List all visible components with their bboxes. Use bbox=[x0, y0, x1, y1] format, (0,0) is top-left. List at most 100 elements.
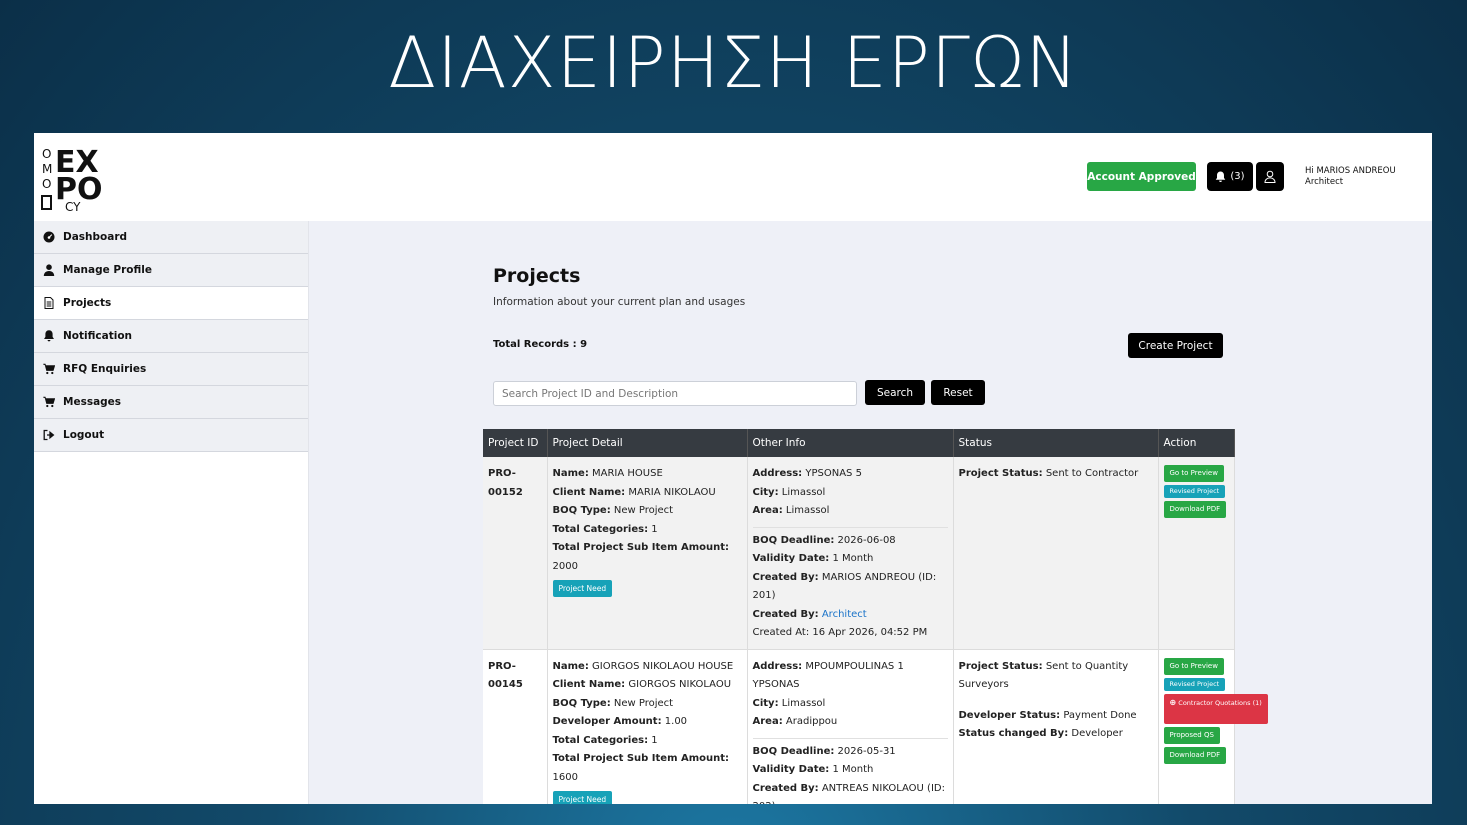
project-need-button[interactable]: Project Need bbox=[552, 791, 613, 804]
sidebar: Dashboard Manage Profile Projects Notifi… bbox=[34, 221, 309, 804]
developer-status: Payment Done bbox=[1063, 709, 1137, 721]
account-approved-button[interactable]: Account Approved bbox=[1087, 162, 1196, 191]
app-window: O M O EX PO CY Account Approved (3) Hi M… bbox=[34, 133, 1432, 804]
greeting-name: Hi MARIOS ANDREOU bbox=[1305, 166, 1396, 176]
dashboard-icon bbox=[43, 231, 55, 243]
boq-type: New Project bbox=[613, 505, 674, 516]
project-id: PRO-00152 bbox=[483, 457, 548, 650]
table-header-row: Project ID Project Detail Other Info Sta… bbox=[483, 429, 1235, 457]
notifications-button[interactable]: (3) bbox=[1207, 162, 1253, 191]
project-detail: Name: MARIA HOUSE Client Name: MARIA NIK… bbox=[547, 457, 748, 650]
bell-icon bbox=[44, 330, 54, 342]
page-title: Projects bbox=[493, 265, 581, 287]
project-need-button[interactable]: Project Need bbox=[552, 580, 613, 597]
other-info: Address: YPSONAS 5 City: Limassol Area: … bbox=[747, 457, 954, 650]
greeting-role: Architect bbox=[1305, 177, 1344, 187]
main-content: Projects Information about your current … bbox=[309, 221, 1432, 804]
column-header[interactable]: Project ID bbox=[483, 429, 548, 457]
action-cell: Go to Preview Revised Project ⊕ Contract… bbox=[1158, 649, 1268, 804]
table-row: PRO-00152 Name: MARIA HOUSE Client Name:… bbox=[483, 457, 1235, 650]
reset-button[interactable]: Reset bbox=[931, 380, 985, 405]
address: YPSONAS 5 bbox=[805, 468, 862, 479]
download-pdf-button[interactable]: Download PDF bbox=[1163, 746, 1227, 764]
go-to-preview-button[interactable]: Go to Preview bbox=[1163, 657, 1224, 675]
notification-count: (3) bbox=[1230, 171, 1245, 182]
user-greeting: Hi MARIOS ANDREOU Architect bbox=[1305, 166, 1396, 188]
total-categories: 1 bbox=[651, 734, 658, 746]
svg-text:O: O bbox=[42, 177, 51, 191]
sidebar-item-label: Projects bbox=[63, 297, 112, 309]
project-name: MARIA HOUSE bbox=[592, 468, 663, 479]
status-changed-by: Developer bbox=[1071, 728, 1123, 739]
validity-date: 1 Month bbox=[832, 553, 874, 564]
city: Limassol bbox=[781, 486, 826, 498]
city: Limassol bbox=[781, 697, 826, 709]
download-pdf-button[interactable]: Download PDF bbox=[1163, 501, 1227, 518]
top-bar: O M O EX PO CY Account Approved (3) Hi M… bbox=[34, 133, 1432, 221]
proposed-qs-button[interactable]: Proposed QS bbox=[1163, 726, 1220, 744]
created-by-role-link[interactable]: Architect bbox=[822, 609, 867, 620]
go-to-preview-button[interactable]: Go to Preview bbox=[1163, 465, 1224, 482]
search-button[interactable]: Search bbox=[865, 380, 925, 405]
other-info: Address: MPOUMPOULINAS 1 YPSONAS City: L… bbox=[747, 649, 954, 804]
area: Aradippou bbox=[785, 716, 838, 727]
svg-text:CY: CY bbox=[65, 200, 81, 211]
plus-circle-icon: ⊕ bbox=[1169, 697, 1177, 707]
area: Limassol bbox=[785, 505, 830, 516]
sidebar-item-label: Messages bbox=[63, 396, 122, 408]
bell-icon bbox=[1216, 171, 1226, 182]
revised-project-button[interactable]: Revised Project bbox=[1163, 677, 1226, 691]
sidebar-item-label: Dashboard bbox=[63, 231, 128, 243]
search-input[interactable] bbox=[493, 381, 857, 406]
sidebar-item-label: RFQ Enquiries bbox=[63, 363, 147, 375]
sidebar-item-notification[interactable]: Notification bbox=[34, 320, 308, 353]
user-icon bbox=[43, 264, 55, 276]
project-id: PRO-00145 bbox=[483, 649, 548, 804]
project-detail: Name: GIORGOS NIKOLAOU HOUSE Client Name… bbox=[547, 649, 748, 804]
sidebar-item-projects[interactable]: Projects bbox=[34, 287, 308, 320]
cart-icon bbox=[43, 363, 55, 375]
contractor-quotations-button[interactable]: ⊕ Contractor Quotations (1) bbox=[1163, 693, 1268, 724]
cart-icon bbox=[43, 396, 55, 408]
status-cell: Project Status: Sent to Contractor bbox=[953, 457, 1159, 650]
sidebar-item-label: Logout bbox=[63, 429, 105, 441]
total-categories: 1 bbox=[651, 523, 658, 535]
svg-text:M: M bbox=[42, 162, 52, 176]
column-header[interactable]: Other Info bbox=[747, 429, 954, 457]
sidebar-item-label: Notification bbox=[63, 330, 133, 342]
logout-icon bbox=[43, 429, 55, 441]
create-project-button[interactable]: Create Project bbox=[1128, 333, 1223, 358]
validity-date: 1 Month bbox=[832, 764, 874, 775]
slide-title: ΔΙΑΧΕΙΡΗΣΗ ΕΡΓΩΝ bbox=[388, 22, 1079, 104]
divider bbox=[752, 737, 948, 739]
boq-deadline: 2026-06-08 bbox=[837, 534, 896, 546]
boq-type: New Project bbox=[613, 697, 674, 709]
sidebar-item-messages[interactable]: Messages bbox=[34, 386, 308, 419]
document-icon bbox=[44, 297, 54, 309]
sidebar-item-dashboard[interactable]: Dashboard bbox=[34, 221, 308, 254]
column-header[interactable]: Status bbox=[953, 429, 1159, 457]
client-name: GIORGOS NIKOLAOU bbox=[628, 679, 732, 690]
developer-amount: 1.00 bbox=[664, 716, 688, 727]
project-status: Sent to Contractor bbox=[1045, 468, 1139, 479]
divider bbox=[752, 526, 948, 528]
column-header[interactable]: Action bbox=[1158, 429, 1235, 457]
domo-expo-logo: O M O EX PO CY bbox=[41, 145, 103, 211]
sidebar-item-label: Manage Profile bbox=[63, 264, 152, 276]
created-at: Created At: 16 Apr 2026, 04:52 PM bbox=[752, 627, 928, 638]
svg-text:O: O bbox=[42, 147, 51, 161]
sidebar-item-logout[interactable]: Logout bbox=[34, 419, 308, 452]
column-header[interactable]: Project Detail bbox=[547, 429, 748, 457]
user-menu-button[interactable] bbox=[1256, 162, 1284, 191]
sidebar-item-rfq-enquiries[interactable]: RFQ Enquiries bbox=[34, 353, 308, 386]
projects-table: Project ID Project Detail Other Info Sta… bbox=[483, 429, 1268, 804]
contractor-quotations-label: Contractor Quotations (1) bbox=[1178, 698, 1262, 707]
page-subtitle: Information about your current plan and … bbox=[493, 296, 746, 308]
table-row: PRO-00145 Name: GIORGOS NIKOLAOU HOUSE C… bbox=[483, 649, 1268, 804]
client-name: MARIA NIKOLAOU bbox=[628, 486, 716, 498]
sidebar-item-manage-profile[interactable]: Manage Profile bbox=[34, 254, 308, 287]
total-records: Total Records : 9 bbox=[493, 339, 588, 350]
revised-project-button[interactable]: Revised Project bbox=[1163, 485, 1226, 498]
sub-item-amount: 2000 bbox=[552, 560, 578, 572]
project-name: GIORGOS NIKOLAOU HOUSE bbox=[592, 660, 734, 672]
